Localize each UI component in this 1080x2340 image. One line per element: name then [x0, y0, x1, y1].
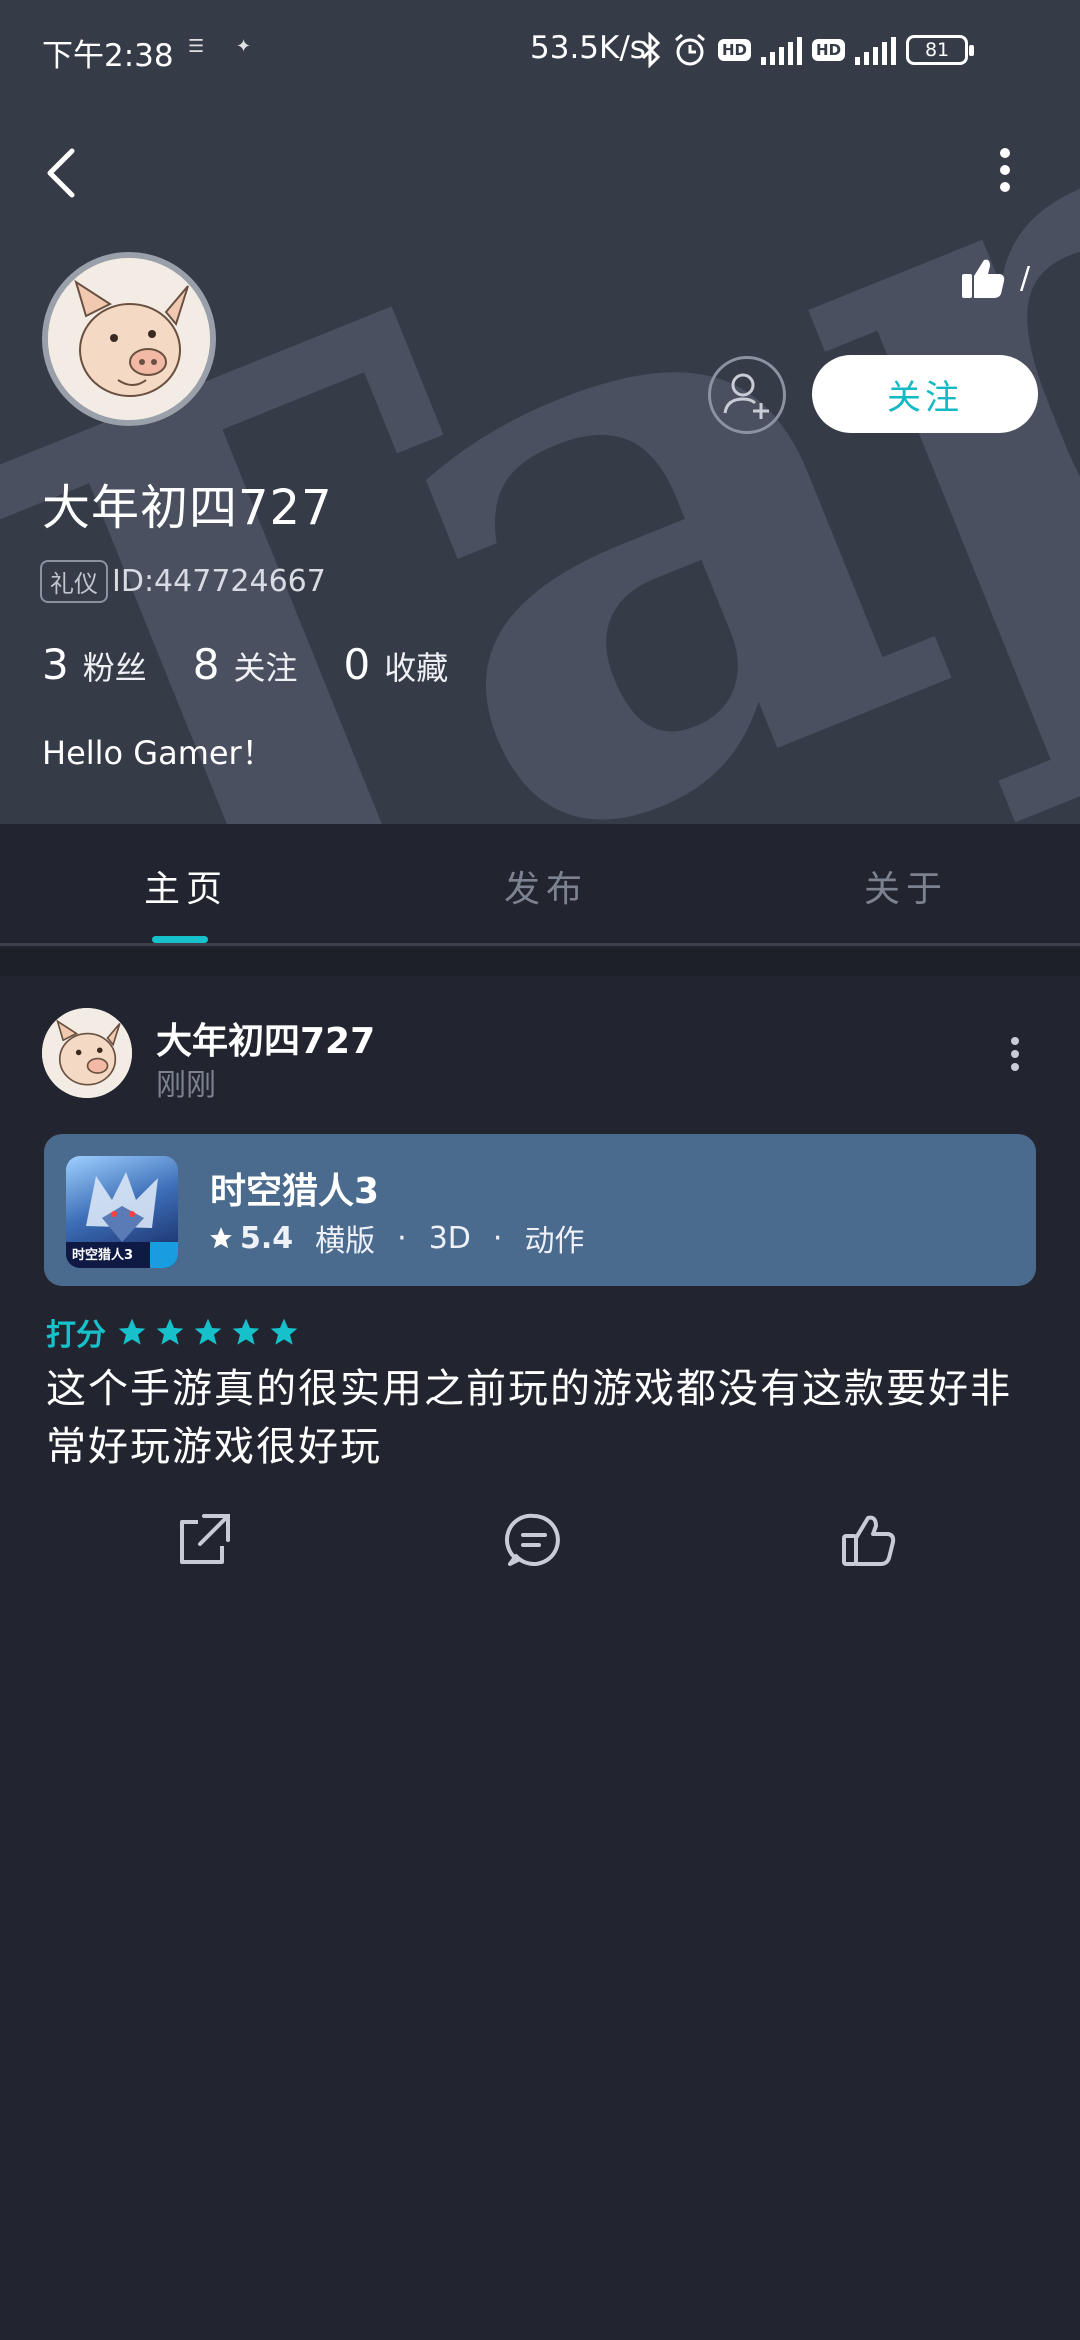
- network-speed: 53.5K/s: [530, 30, 646, 66]
- pig-avatar-icon: [48, 258, 210, 420]
- game-rating: 5.4: [240, 1220, 294, 1256]
- more-options-icon[interactable]: [990, 145, 1020, 195]
- profile-avatar[interactable]: [42, 252, 216, 426]
- game-icon-text: 时空猎人3: [72, 1248, 134, 1263]
- like-icon[interactable]: [838, 1510, 898, 1570]
- signal-icon-2: [855, 35, 897, 65]
- score-label: 打分: [46, 1318, 106, 1353]
- add-user-icon: [723, 373, 769, 419]
- following-label[interactable]: 关注: [233, 643, 297, 689]
- following-count[interactable]: 8: [193, 640, 220, 689]
- game-tag: 横版: [315, 1224, 376, 1259]
- game-title: 时空猎人3: [210, 1171, 380, 1212]
- rating-stars: [116, 1316, 300, 1348]
- followers-count[interactable]: 3: [42, 640, 69, 689]
- tag-separator: ·: [397, 1220, 407, 1256]
- profile-id: ID:447724667: [112, 564, 326, 599]
- tab-home[interactable]: 主页: [144, 860, 228, 912]
- tab-posts[interactable]: 发布: [504, 860, 588, 912]
- profile-name: 大年初四727: [42, 480, 333, 536]
- notification-icon: ☰: [188, 36, 205, 57]
- share-icon[interactable]: [172, 1510, 232, 1570]
- game-icon: 时空猎人3: [66, 1156, 178, 1268]
- add-friend-button[interactable]: [708, 356, 786, 434]
- profile-tabs: 主页 发布 关于: [0, 824, 1080, 946]
- alarm-icon: [675, 33, 705, 66]
- tab-indicator: [152, 936, 208, 943]
- like-counter[interactable]: /: [960, 248, 1050, 308]
- etiquette-badge[interactable]: 礼仪: [40, 560, 108, 603]
- game-tag: 动作: [524, 1224, 585, 1259]
- review-text: 这个手游真的很实用之前玩的游戏都没有这款要好非常好玩游戏很好玩: [46, 1366, 1012, 1470]
- battery-icon: 81: [906, 35, 975, 65]
- favorites-count[interactable]: 0: [344, 640, 371, 689]
- pig-avatar-icon: [42, 1008, 132, 1098]
- profile-bio: Hello Gamer！: [42, 734, 274, 772]
- comment-icon[interactable]: [504, 1510, 564, 1570]
- star-icon: [270, 1318, 298, 1345]
- post-more-icon[interactable]: [1008, 1036, 1022, 1072]
- tab-about[interactable]: 关于: [864, 860, 948, 912]
- back-arrow-icon[interactable]: [40, 145, 84, 201]
- status-icons: HD HD 81: [640, 28, 975, 72]
- post-author-avatar[interactable]: [42, 1008, 132, 1098]
- profile-stats: 3 粉丝 8 关注 0 收藏: [42, 640, 494, 689]
- notification-icon-2: ✦: [236, 36, 252, 57]
- profile-id-row: 礼仪 ID:447724667: [40, 560, 326, 603]
- follow-button[interactable]: 关注: [812, 355, 1038, 433]
- hd-icon-2: HD: [812, 39, 846, 61]
- star-icon: [232, 1318, 260, 1345]
- star-icon: [210, 1227, 232, 1249]
- game-meta: 5.4 横版 · 3D · 动作: [208, 1216, 584, 1260]
- status-bar: 下午2:38 ☰ ✦ 53.5K/s HD HD 81: [0, 20, 1080, 80]
- status-time: 下午2:38: [42, 38, 174, 74]
- hd-icon: HD: [718, 39, 752, 61]
- thumb-up-icon: [962, 259, 1005, 298]
- tag-separator: ·: [492, 1220, 503, 1256]
- bluetooth-icon: [641, 32, 661, 68]
- section-divider: [0, 948, 1080, 976]
- game-card[interactable]: 时空猎人3 时空猎人3 5.4 横版 · 3D · 动作: [44, 1134, 1036, 1286]
- post-actions: [0, 1510, 1080, 1580]
- post-time: 刚刚: [156, 1068, 216, 1103]
- favorites-label[interactable]: 收藏: [384, 643, 448, 689]
- star-icon: [118, 1318, 146, 1345]
- followers-label[interactable]: 粉丝: [83, 643, 147, 689]
- star-icon: [194, 1318, 222, 1345]
- like-count: /: [1020, 260, 1031, 296]
- signal-icon-1: [761, 35, 803, 65]
- game-tag: 3D: [428, 1220, 471, 1256]
- post-author-name[interactable]: 大年初四727: [156, 1012, 375, 1064]
- star-icon: [156, 1318, 184, 1345]
- profile-header: TapTap 下午2:38 ☰ ✦ 53.5K/s HD HD 81: [0, 0, 1080, 824]
- score-row: 打分: [46, 1310, 300, 1354]
